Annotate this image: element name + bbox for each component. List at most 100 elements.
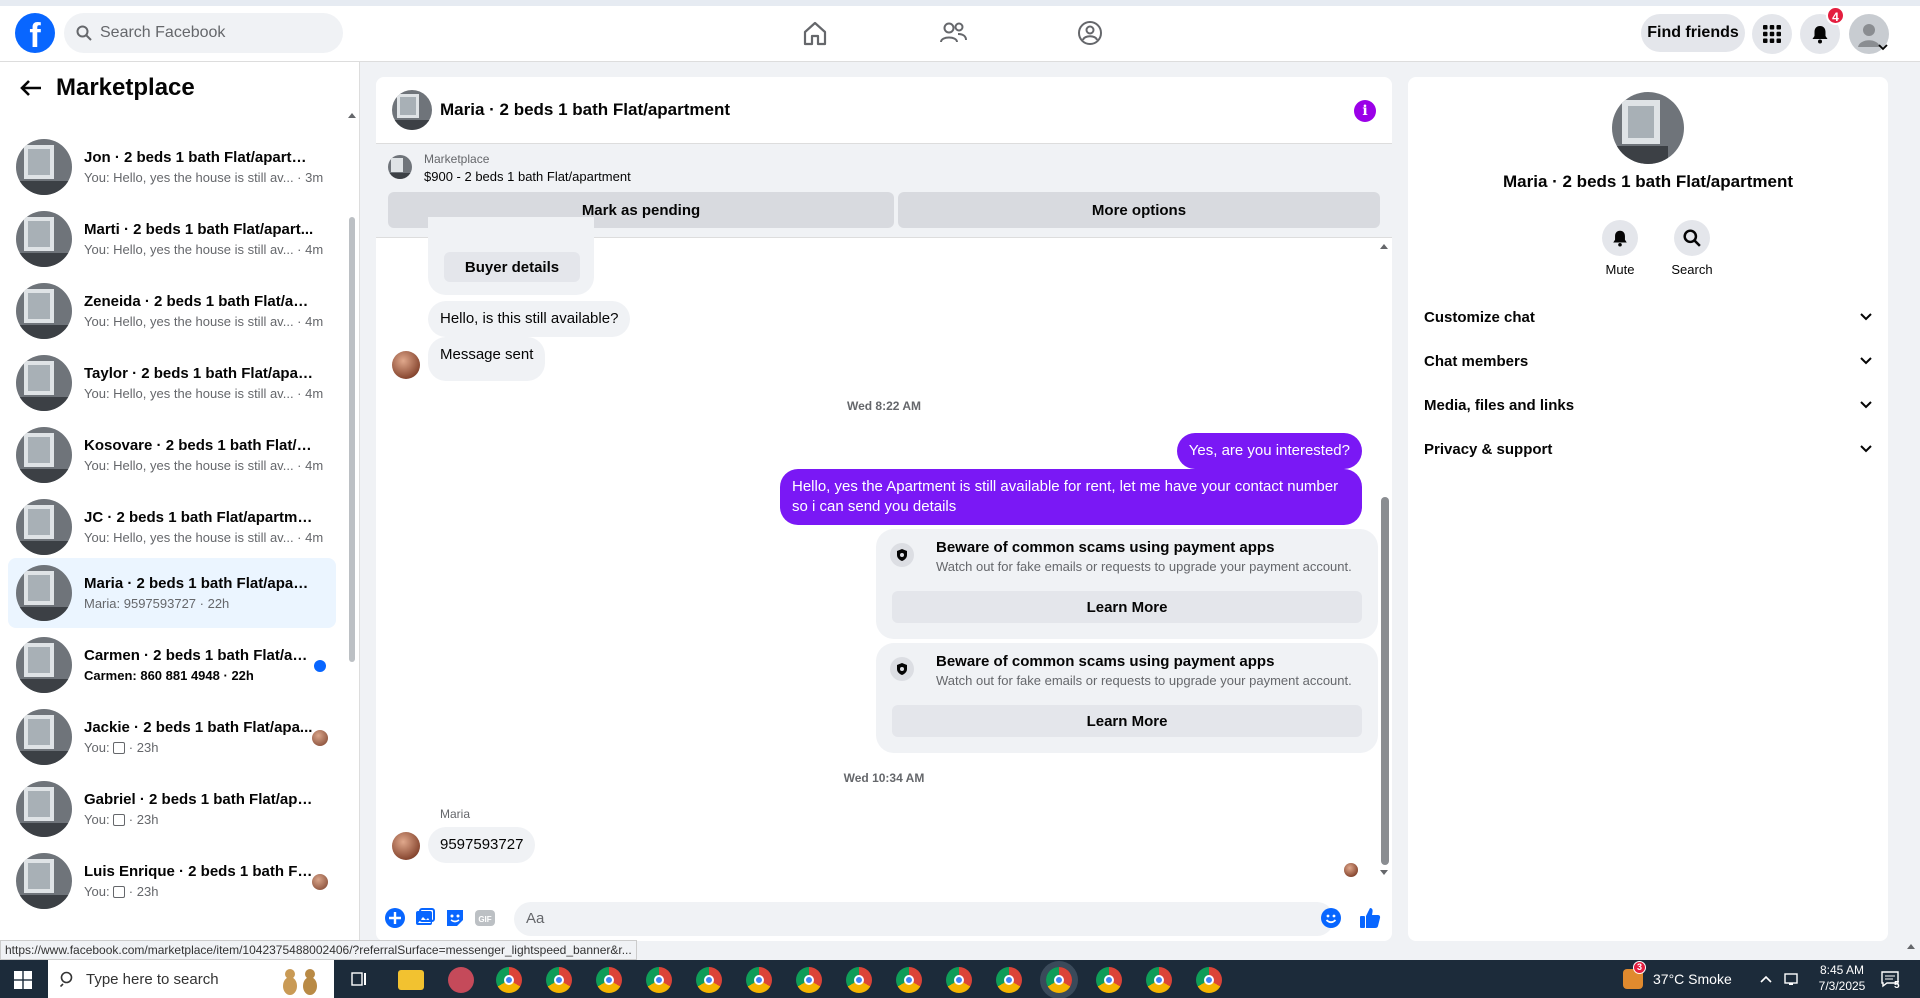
sender-avatar[interactable] <box>392 351 420 379</box>
scam-warning-card: Beware of common scams using payment app… <box>876 529 1378 639</box>
scroll-up-arrow-icon[interactable] <box>347 112 357 119</box>
home-icon[interactable] <box>800 18 830 48</box>
chevron-down-icon[interactable] <box>1878 43 1888 51</box>
menu-grid-button[interactable] <box>1752 14 1792 54</box>
like-thumbs-up-icon[interactable] <box>1358 906 1382 930</box>
listing-thumbnail <box>16 499 72 555</box>
chrome-browser-icon[interactable] <box>946 967 972 993</box>
conversation-title: Gabriel · 2 beds 1 bath Flat/apar... <box>84 791 314 808</box>
clock[interactable]: 8:45 AM 7/3/2025 <box>1812 962 1872 994</box>
conversation-list-item[interactable]: JC · 2 beds 1 bath Flat/apartment You: He… <box>8 492 336 562</box>
chevron-down-icon <box>1860 445 1872 453</box>
chrome-browser-icon[interactable] <box>546 967 572 993</box>
conversation-preview: You: Hello, yes the house is still av...… <box>84 170 324 185</box>
friends-icon[interactable] <box>938 18 968 48</box>
conversation-list-item[interactable]: Kosovare · 2 beds 1 bath Flat/ap... You: … <box>8 420 336 490</box>
search-in-chat-button[interactable]: Search <box>1662 220 1722 277</box>
scroll-down-arrow-icon[interactable] <box>1379 869 1389 876</box>
chrome-browser-icon[interactable] <box>696 967 722 993</box>
chrome-browser-icon[interactable] <box>796 967 822 993</box>
sticker-icon[interactable] <box>444 907 466 929</box>
chrome-browser-icon[interactable] <box>496 967 522 993</box>
windows-start-icon[interactable] <box>14 971 32 989</box>
facebook-logo-icon[interactable]: f <box>15 13 55 53</box>
scam-warning-title: Beware of common scams using payment app… <box>936 653 1275 670</box>
back-arrow-icon[interactable] <box>20 79 42 97</box>
conversation-list-item[interactable]: Taylor · 2 beds 1 bath Flat/apart... You:… <box>8 348 336 418</box>
chrome-browser-icon[interactable] <box>1196 967 1222 993</box>
conversation-list-item[interactable]: Marti · 2 beds 1 bath Flat/apart... You: … <box>8 204 336 274</box>
mute-button[interactable]: Mute <box>1590 220 1650 277</box>
listing-thumbnail[interactable] <box>388 155 412 179</box>
chat-details-panel: Maria · 2 beds 1 bath Flat/apartment Mut… <box>1408 77 1888 941</box>
conversation-list-item[interactable]: Luis Enrique · 2 beds 1 bath Fl... You: ·… <box>8 846 336 916</box>
chrome-browser-icon[interactable] <box>1096 967 1122 993</box>
chrome-center <box>554 975 564 985</box>
weather-icon: 3 <box>1623 961 1646 989</box>
conversation-preview: You: Hello, yes the house is still av...… <box>84 386 324 401</box>
chrome-center <box>654 975 664 985</box>
network-icon[interactable] <box>1784 971 1802 987</box>
chat-title[interactable]: Maria · 2 beds 1 bath Flat/apartment <box>440 100 730 120</box>
app-icon[interactable] <box>448 967 474 993</box>
conversation-text: Carmen · 2 beds 1 bath Flat/ap... Carmen:… <box>84 647 336 683</box>
page-scroll-up-arrow-icon[interactable] <box>1906 943 1916 950</box>
conversation-time: 22h <box>231 668 254 683</box>
conversation-snippet: You: Hello, yes the house is still av... <box>84 458 294 473</box>
conversation-list-item[interactable]: Jackie · 2 beds 1 bath Flat/apa... You: ·… <box>8 702 336 772</box>
chrome-browser-icon[interactable] <box>746 967 772 993</box>
top-navigation-bar: f Search Facebook Find friends 4 <box>0 0 1920 62</box>
chrome-browser-icon[interactable] <box>896 967 922 993</box>
find-friends-button[interactable]: Find friends <box>1641 14 1745 52</box>
privacy-support-section[interactable]: Privacy & support <box>1424 431 1872 467</box>
conversation-preview: Carmen: 860 881 4948 · 22h <box>84 668 254 683</box>
emoji-icon[interactable] <box>1320 907 1342 929</box>
conversation-list-item[interactable]: Carmen · 2 beds 1 bath Flat/ap... Carmen:… <box>8 630 336 700</box>
search-icon <box>1683 229 1701 247</box>
chrome-browser-icon[interactable] <box>996 967 1022 993</box>
file-explorer-icon[interactable] <box>398 970 424 990</box>
conversation-text: Kosovare · 2 beds 1 bath Flat/ap... You: … <box>84 437 336 473</box>
sidebar-scrollbar[interactable] <box>349 217 355 662</box>
chrome-browser-icon[interactable] <box>596 967 622 993</box>
section-label: Chat members <box>1424 352 1529 370</box>
chrome-browser-icon[interactable] <box>846 967 872 993</box>
sender-avatar[interactable] <box>392 832 420 860</box>
learn-more-button[interactable]: Learn More <box>892 705 1362 737</box>
more-options-button[interactable]: More options <box>898 192 1380 228</box>
gif-icon[interactable]: GIF <box>474 907 496 929</box>
conversation-list-item[interactable]: Maria · 2 beds 1 bath Flat/apart... Maria… <box>8 558 336 628</box>
task-view-icon[interactable] <box>350 970 368 988</box>
photo-icon[interactable] <box>414 907 436 929</box>
chat-scrollbar[interactable] <box>1381 497 1389 865</box>
chrome-browser-icon[interactable] <box>646 967 672 993</box>
chrome-browser-icon[interactable] <box>1046 967 1072 993</box>
listing-avatar[interactable] <box>392 90 432 130</box>
clock-time: 8:45 AM <box>1819 963 1865 977</box>
chat-members-section[interactable]: Chat members <box>1424 343 1872 379</box>
info-icon[interactable]: i <box>1354 100 1376 122</box>
chrome-browser-icon[interactable] <box>1146 967 1172 993</box>
groups-icon[interactable] <box>1075 18 1105 48</box>
customize-chat-section[interactable]: Customize chat <box>1424 299 1872 335</box>
weather-widget[interactable]: 3 37°C Smoke <box>1623 960 1732 998</box>
conversation-list-item[interactable]: Zeneida · 2 beds 1 bath Flat/apa... You: … <box>8 276 336 346</box>
conversation-list-item[interactable]: Gabriel · 2 beds 1 bath Flat/apar... You:… <box>8 774 336 844</box>
buyer-details-button[interactable]: Buyer details <box>444 252 580 282</box>
listing-title[interactable]: $900 - 2 beds 1 bath Flat/apartment <box>424 169 631 184</box>
media-files-links-section[interactable]: Media, files and links <box>1424 387 1872 423</box>
plus-circle-icon[interactable] <box>384 907 406 929</box>
message-input[interactable]: Aa <box>514 902 1334 936</box>
taskbar-search-placeholder: Type here to search <box>86 970 219 988</box>
conversation-text: JC · 2 beds 1 bath Flat/apartment You: He… <box>84 509 336 545</box>
learn-more-button[interactable]: Learn More <box>892 591 1362 623</box>
taskbar-search-input[interactable]: Type here to search <box>48 960 334 998</box>
search-input[interactable]: Search Facebook <box>64 13 343 53</box>
conversation-title: Zeneida · 2 beds 1 bath Flat/apa... <box>84 293 314 310</box>
conversation-list-item[interactable]: Jon · 2 beds 1 bath Flat/apartment You: H… <box>8 132 336 202</box>
conversation-text: Zeneida · 2 beds 1 bath Flat/apa... You: … <box>84 293 336 329</box>
chevron-down-icon <box>1860 313 1872 321</box>
listing-avatar[interactable] <box>1612 92 1684 164</box>
show-hidden-icons-chevron-icon[interactable] <box>1760 975 1772 983</box>
scroll-up-arrow-icon[interactable] <box>1379 243 1389 250</box>
